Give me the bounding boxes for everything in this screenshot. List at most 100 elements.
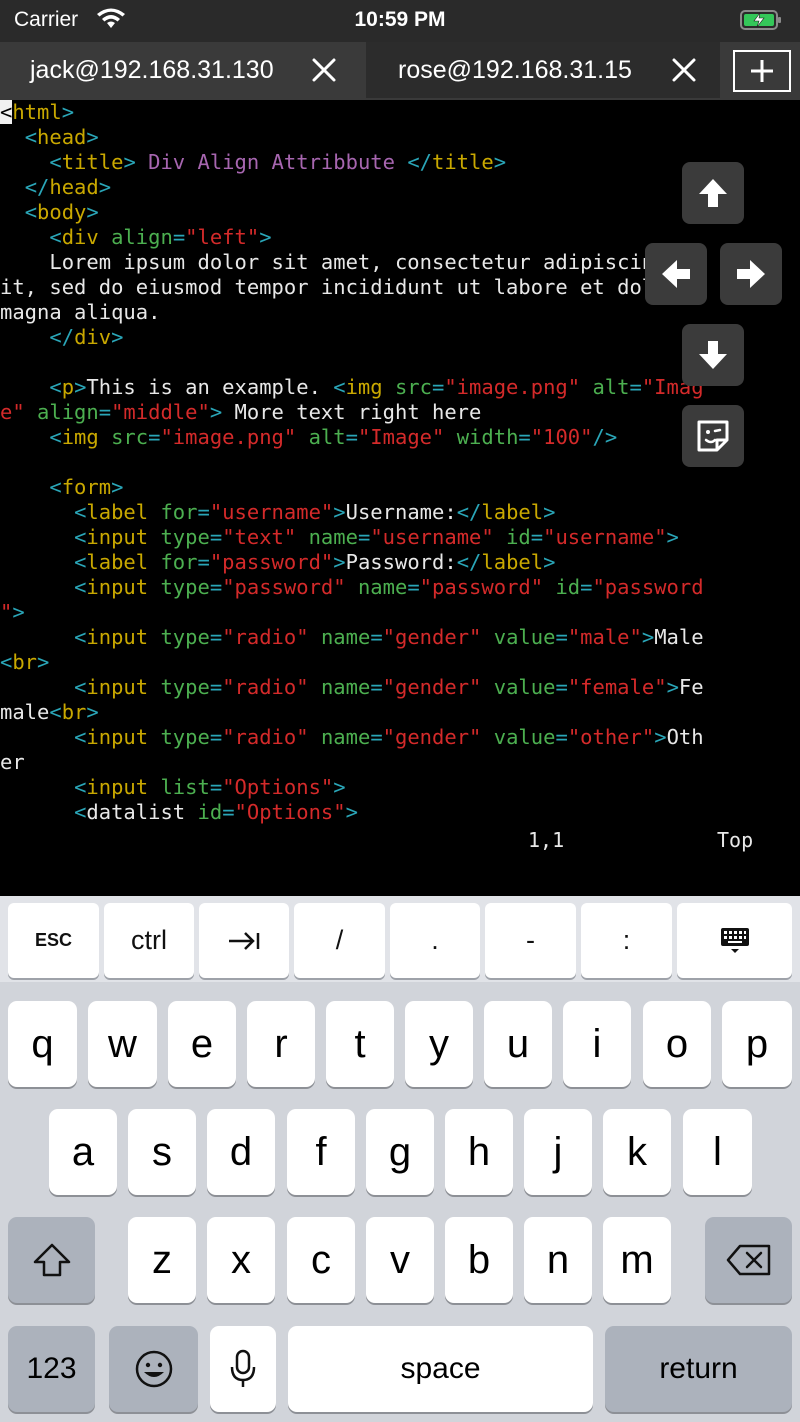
- emoji-key[interactable]: [109, 1326, 198, 1412]
- terminal-view[interactable]: <html> <head> <title> Div Align Attribbu…: [0, 100, 800, 896]
- terminal-key-toolbar: ESC ctrl / . - :: [0, 896, 800, 982]
- key-i[interactable]: i: [563, 1001, 631, 1087]
- key-z[interactable]: z: [128, 1217, 196, 1303]
- code-line: </head>: [24, 175, 112, 199]
- code-line: e" align="middle"> More text right here: [0, 400, 482, 424]
- emoji-icon: [135, 1350, 172, 1388]
- key-f[interactable]: f: [287, 1109, 355, 1195]
- software-keyboard: ESC ctrl / . - : q w e r t y u i o p a s…: [0, 896, 800, 1422]
- shift-icon: [33, 1243, 70, 1277]
- key-t[interactable]: t: [326, 1001, 394, 1087]
- code-line: magna aliqua.: [0, 300, 161, 324]
- code-line: <input type="password" name="password" i…: [74, 575, 704, 599]
- key-n[interactable]: n: [524, 1217, 592, 1303]
- key-b[interactable]: b: [445, 1217, 513, 1303]
- battery-charging-icon: [740, 10, 781, 30]
- session-tab-bar: jack@192.168.31.130 rose@192.168.31.15: [0, 42, 800, 100]
- key-w[interactable]: w: [88, 1001, 157, 1087]
- slash-key[interactable]: /: [294, 903, 385, 978]
- code-line: <input type="radio" name="gender" value=…: [74, 675, 704, 699]
- code-line: ">: [0, 600, 25, 624]
- arrow-up-button[interactable]: [682, 162, 744, 224]
- code-line: <form>: [49, 475, 124, 499]
- code-line: <div align="left">: [49, 225, 272, 249]
- code-line: <img src="image.png" alt="Image" width="…: [49, 425, 618, 449]
- arrow-right-icon: [737, 260, 765, 288]
- tab-icon: [229, 931, 260, 950]
- code-line: <input type="radio" name="gender" value=…: [74, 625, 704, 649]
- cursor: <: [0, 100, 13, 124]
- code-line: <head>: [24, 125, 99, 149]
- scroll-position: Top: [717, 828, 754, 852]
- plus-icon: [751, 60, 773, 82]
- snippet-button[interactable]: [682, 405, 744, 467]
- tab-rose-session[interactable]: rose@192.168.31.15: [366, 42, 720, 98]
- sticker-icon: [697, 420, 729, 452]
- arrow-left-icon: [662, 260, 690, 288]
- clock: 10:59 PM: [354, 8, 446, 31]
- key-g[interactable]: g: [366, 1109, 434, 1195]
- status-bar: Carrier 10:59 PM: [0, 0, 800, 42]
- key-d[interactable]: d: [207, 1109, 275, 1195]
- code-line: Lorem ipsum dolor sit amet, consectetur …: [0, 250, 704, 274]
- arrow-right-button[interactable]: [720, 243, 782, 305]
- key-v[interactable]: v: [366, 1217, 434, 1303]
- backspace-key[interactable]: [705, 1217, 792, 1303]
- key-k[interactable]: k: [603, 1109, 671, 1195]
- microphone-icon: [230, 1349, 256, 1387]
- key-s[interactable]: s: [128, 1109, 196, 1195]
- arrow-up-icon: [699, 179, 727, 207]
- key-c[interactable]: c: [287, 1217, 355, 1303]
- hide-keyboard-key[interactable]: [677, 903, 792, 978]
- close-icon[interactable]: [310, 56, 338, 84]
- code-line: <html>: [0, 100, 75, 124]
- numbers-key[interactable]: 123: [8, 1326, 95, 1412]
- code-line: </div>: [49, 325, 124, 349]
- shift-key[interactable]: [8, 1217, 95, 1303]
- key-y[interactable]: y: [405, 1001, 473, 1087]
- code-line: <input type="radio" name="gender" value=…: [74, 725, 704, 749]
- add-tab-button[interactable]: [733, 50, 791, 92]
- code-line: <input list="Options">: [74, 775, 346, 799]
- key-h[interactable]: h: [445, 1109, 513, 1195]
- code-line: male<br>: [0, 700, 99, 724]
- key-o[interactable]: o: [643, 1001, 711, 1087]
- code-line: <p>This is an example. <img src="image.p…: [49, 375, 704, 399]
- key-a[interactable]: a: [49, 1109, 117, 1195]
- backspace-icon: [726, 1244, 770, 1276]
- colon-key[interactable]: :: [581, 903, 672, 978]
- key-q[interactable]: q: [8, 1001, 77, 1087]
- tab-jack-session[interactable]: jack@192.168.31.130: [0, 42, 360, 98]
- arrow-down-button[interactable]: [682, 324, 744, 386]
- key-x[interactable]: x: [207, 1217, 275, 1303]
- key-m[interactable]: m: [603, 1217, 671, 1303]
- code-line: <title> Div Align Attribbute </title>: [49, 150, 507, 174]
- key-u[interactable]: u: [484, 1001, 552, 1087]
- key-e[interactable]: e: [168, 1001, 236, 1087]
- code-line: <body>: [24, 200, 99, 224]
- arrow-left-button[interactable]: [645, 243, 707, 305]
- code-line: er: [0, 750, 25, 774]
- space-key[interactable]: space: [288, 1326, 593, 1412]
- tab-key[interactable]: [199, 903, 289, 978]
- key-p[interactable]: p: [722, 1001, 792, 1087]
- microphone-key[interactable]: [210, 1326, 276, 1412]
- arrow-down-icon: [699, 341, 727, 369]
- keyboard-hide-icon: [720, 927, 749, 953]
- ctrl-key[interactable]: ctrl: [104, 903, 194, 978]
- tab-label: jack@192.168.31.130: [30, 55, 274, 84]
- code-line: <label for="username">Username:</label>: [74, 500, 556, 524]
- code-line: <datalist id="Options">: [74, 800, 358, 824]
- dash-key[interactable]: -: [485, 903, 576, 978]
- esc-key[interactable]: ESC: [8, 903, 99, 978]
- key-r[interactable]: r: [247, 1001, 315, 1087]
- code-line: <input type="text" name="username" id="u…: [74, 525, 679, 549]
- cursor-position: 1,1: [528, 828, 565, 852]
- tab-label: rose@192.168.31.15: [398, 55, 632, 84]
- key-l[interactable]: l: [683, 1109, 752, 1195]
- code-line: <br>: [0, 650, 50, 674]
- return-key[interactable]: return: [605, 1326, 792, 1412]
- dot-key[interactable]: .: [390, 903, 480, 978]
- key-j[interactable]: j: [524, 1109, 592, 1195]
- close-icon[interactable]: [670, 56, 698, 84]
